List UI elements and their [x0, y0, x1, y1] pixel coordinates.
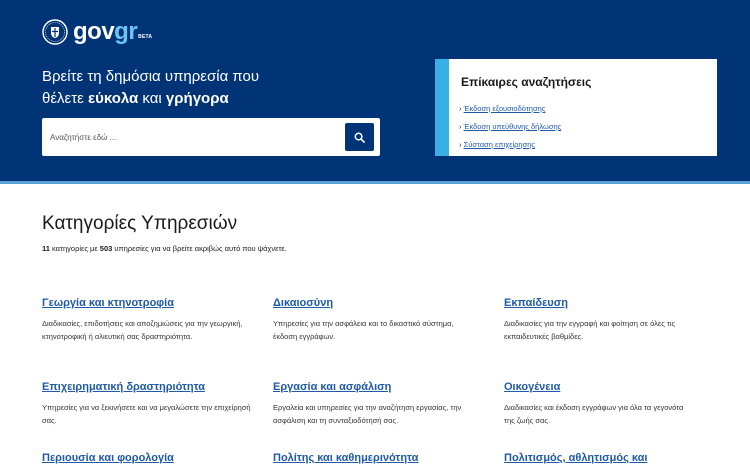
hero-line-2-prefix: θέλετε — [42, 90, 88, 107]
categories-title: Κατηγορίες Υπηρεσιών — [42, 213, 238, 234]
hero-line-1: Βρείτε τη δημόσια υπηρεσία που — [42, 68, 260, 85]
category-link-agriculture[interactable]: Γεωργία και κτηνοτροφία — [42, 296, 257, 310]
recent-searches-accent-bar — [435, 59, 449, 156]
services-count: 503 — [99, 244, 113, 253]
category-card-business: Επιχειρηματική δραστηριότητα Υπηρεσίες γ… — [42, 380, 257, 427]
search-button[interactable] — [345, 123, 374, 151]
hero-bold-easy: εύκολα — [88, 90, 139, 107]
category-desc-education: Διαδικασίες για την εγγραφή και φοίτηση … — [504, 319, 676, 341]
category-card-family: Οικογένεια Διαδικασίες και έκδοση εγγράφ… — [504, 380, 719, 427]
category-link-education[interactable]: Εκπαίδευση — [504, 296, 719, 310]
categories-count: 11 — [42, 244, 50, 253]
logo-gr-text: gr — [114, 18, 138, 45]
beta-badge: BETA — [138, 34, 153, 40]
recent-searches-title: Επίκαιρες αναζητήσεις — [461, 75, 592, 89]
recent-search-item: › Έκδοση εξουσιοδότησης — [459, 104, 546, 113]
hero-and: και — [138, 90, 166, 107]
recent-search-link-business[interactable]: Σύσταση επιχείρησης — [464, 140, 535, 149]
recent-search-item: › Έκδοση υπεύθυνης δήλωσης — [459, 122, 562, 131]
categories-summary: 11 κατηγορίες με 503 υπηρεσίες για να βρ… — [42, 244, 287, 253]
category-link-family[interactable]: Οικογένεια — [504, 380, 719, 394]
category-card-employment: Εργασία και ασφάλιση Εργαλεία και υπηρεσ… — [273, 380, 488, 427]
category-link-citizen[interactable]: Πολίτης και καθημερινότητα — [273, 451, 488, 465]
categories-summary-text-1: κατηγορίες με — [49, 244, 100, 253]
category-card-culture-sports: Πολιτισμός, αθλητισμός και — [504, 451, 719, 465]
hero-line-2: θέλετε εύκολα και γρήγορα — [42, 88, 342, 110]
category-link-culture-sports[interactable]: Πολιτισμός, αθλητισμός και — [504, 451, 719, 465]
recent-searches-panel: Επίκαιρες αναζητήσεις › Έκδοση εξουσιοδό… — [435, 59, 717, 156]
search-box — [42, 118, 380, 156]
category-link-employment[interactable]: Εργασία και ασφάλιση — [273, 380, 488, 394]
greek-emblem-icon — [42, 19, 68, 45]
hero-headline: Βρείτε τη δημόσια υπηρεσία που θέλετε εύ… — [42, 66, 342, 110]
category-card-property-tax: Περιουσία και φορολογία — [42, 451, 257, 465]
hero-bold-fast: γρήγορα — [165, 90, 229, 107]
search-icon — [354, 132, 365, 143]
category-desc-family: Διαδικασίες και έκδοση εγγράφων για όλα … — [504, 403, 684, 425]
category-card-justice: Δικαιοσύνη Υπηρεσίες για την ασφάλεια κα… — [273, 296, 488, 343]
category-card-citizen: Πολίτης και καθημερινότητα — [273, 451, 488, 465]
recent-searches-list: › Έκδοση εξουσιοδότησης › Έκδοση υπεύθυν… — [459, 100, 561, 154]
recent-search-link-declaration[interactable]: Έκδοση υπεύθυνης δήλωσης — [464, 122, 562, 131]
category-desc-business: Υπηρεσίες για να ξεκινήσετε και να μεγαλ… — [42, 403, 251, 425]
logo-gov-text: gov — [73, 18, 115, 45]
category-link-justice[interactable]: Δικαιοσύνη — [273, 296, 488, 310]
categories-summary-text-2: υπηρεσίες για να βρείτε ακριβώς αυτό που… — [112, 244, 287, 253]
category-card-agriculture: Γεωργία και κτηνοτροφία Διαδικασίες, επι… — [42, 296, 257, 343]
govgr-logo[interactable]: gov gr BETA — [42, 17, 152, 47]
category-desc-agriculture: Διαδικασίες, επιδοτήσεις και αποζημιώσει… — [42, 319, 243, 341]
search-input[interactable] — [50, 126, 340, 148]
category-desc-justice: Υπηρεσίες για την ασφάλεια και το δικαστ… — [273, 319, 454, 341]
category-link-business[interactable]: Επιχειρηματική δραστηριότητα — [42, 380, 257, 394]
recent-search-item: › Σύσταση επιχείρησης — [459, 140, 536, 149]
recent-search-link-authorization[interactable]: Έκδοση εξουσιοδότησης — [464, 104, 546, 113]
category-desc-employment: Εργαλεία και υπηρεσίες για την αναζήτηση… — [273, 403, 462, 425]
hero-divider — [0, 181, 750, 184]
category-card-education: Εκπαίδευση Διαδικασίες για την εγγραφή κ… — [504, 296, 719, 343]
category-link-property-tax[interactable]: Περιουσία και φορολογία — [42, 451, 257, 465]
